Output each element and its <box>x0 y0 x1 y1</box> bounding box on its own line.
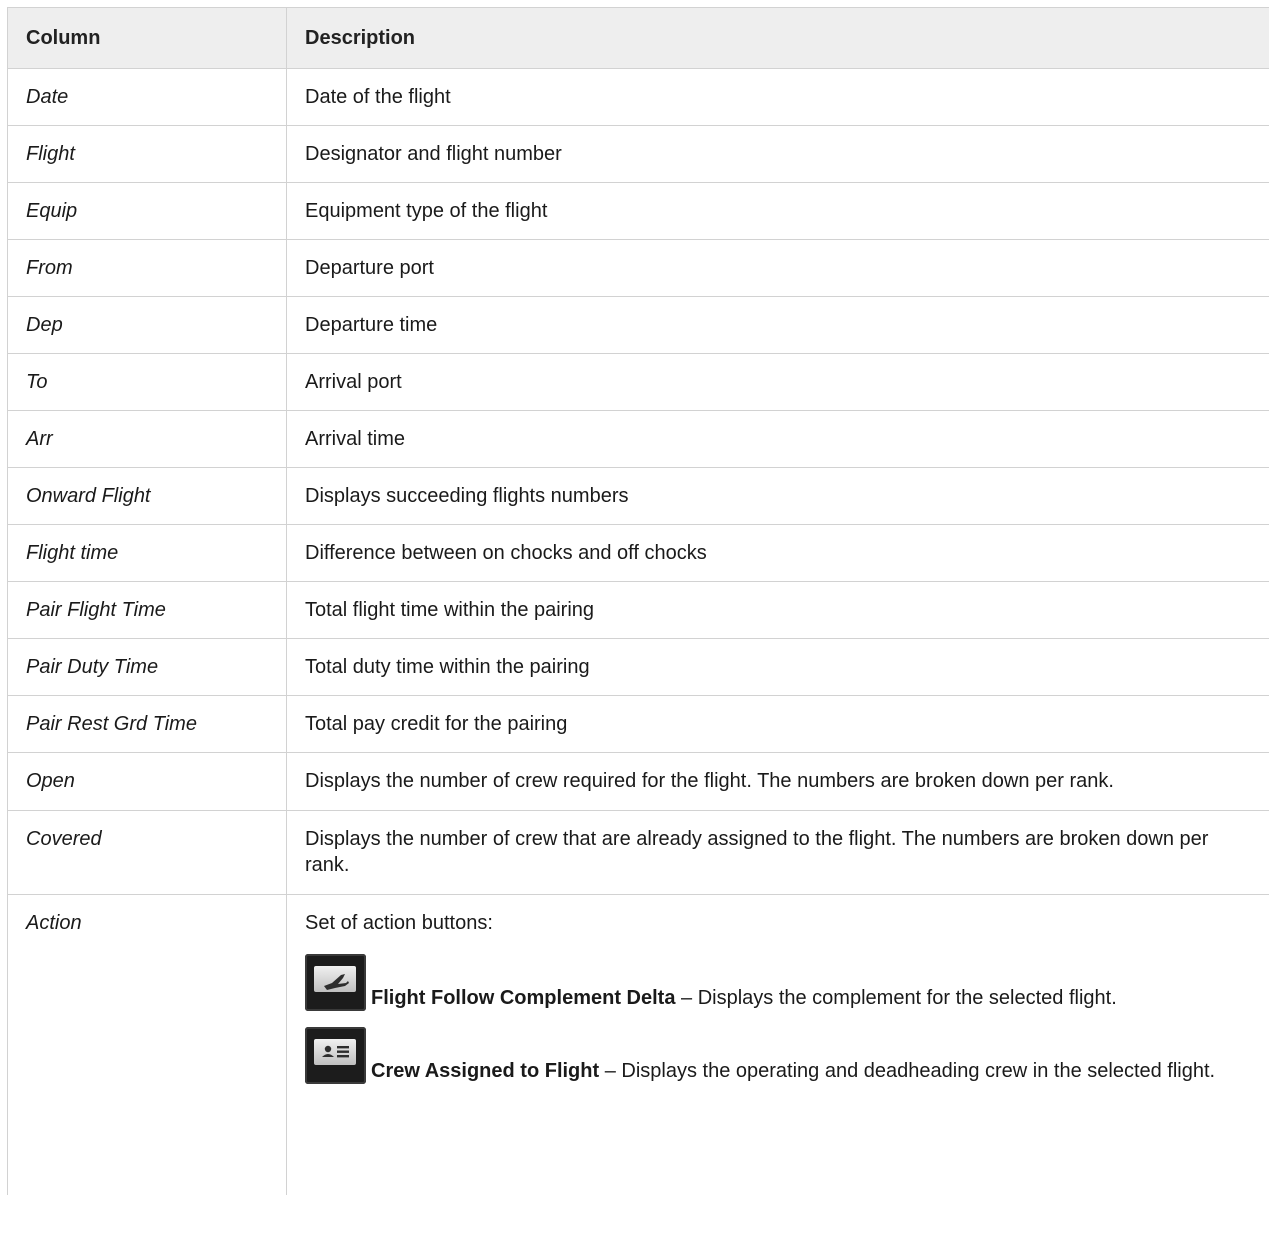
table-row: Date Date of the flight <box>7 68 1269 126</box>
table-row: Covered Displays the number of crew that … <box>7 810 1269 895</box>
row-description: Arrival port <box>286 353 1269 411</box>
action-item-name: Crew Assigned to Flight <box>371 1060 600 1082</box>
table-row: Pair Duty Time Total duty time within the… <box>7 638 1269 696</box>
header-column: Column <box>7 7 287 69</box>
action-item-name: Flight Follow Complement Delta <box>371 987 676 1009</box>
row-term: Flight time <box>7 524 287 582</box>
row-description: Total flight time within the pairing <box>286 581 1269 639</box>
table-row: To Arrival port <box>7 353 1269 411</box>
row-description: Designator and flight number <box>286 125 1269 183</box>
row-description: Total duty time within the pairing <box>286 638 1269 696</box>
action-item-crew-assigned: Crew Assigned to Flight – Displays the o… <box>305 1027 1251 1084</box>
column-description-table: Column Description Date Date of the fligh… <box>7 7 1269 1195</box>
row-description: Equipment type of the flight <box>286 182 1269 240</box>
row-description: Total pay credit for the pairing <box>286 695 1269 753</box>
row-description-action: Set of action buttons: Flight Follow Com… <box>286 894 1269 1195</box>
row-term: Covered <box>7 810 287 895</box>
row-term: From <box>7 239 287 297</box>
table-row: Flight time Difference between on chocks … <box>7 524 1269 582</box>
plane-icon <box>305 954 366 1011</box>
row-term: Pair Rest Grd Time <box>7 695 287 753</box>
table-row: From Departure port <box>7 239 1269 297</box>
id-card-icon <box>305 1027 366 1084</box>
row-term: Action <box>7 894 287 1195</box>
table-row: Arr Arrival time <box>7 410 1269 468</box>
table-row: Onward Flight Displays succeeding flights… <box>7 467 1269 525</box>
row-term: Date <box>7 68 287 126</box>
row-description: Date of the flight <box>286 68 1269 126</box>
table-row-action: Action Set of action buttons: Flight Fol… <box>7 894 1269 1195</box>
action-item-description: – Displays the operating and deadheading… <box>599 1060 1216 1082</box>
row-term: Dep <box>7 296 287 354</box>
row-term: Pair Duty Time <box>7 638 287 696</box>
row-description: Displays the number of crew required for… <box>286 752 1269 811</box>
row-description: Departure time <box>286 296 1269 354</box>
action-item-flight-follow: Flight Follow Complement Delta – Display… <box>305 954 1251 1011</box>
table-row: Dep Departure time <box>7 296 1269 354</box>
row-term: Flight <box>7 125 287 183</box>
row-description: Difference between on chocks and off cho… <box>286 524 1269 582</box>
table-row: Pair Flight Time Total flight time within… <box>7 581 1269 639</box>
row-description: Arrival time <box>286 410 1269 468</box>
row-description: Departure port <box>286 239 1269 297</box>
row-description: Displays succeeding flights numbers <box>286 467 1269 525</box>
row-term: Onward Flight <box>7 467 287 525</box>
table-row: Pair Rest Grd Time Total pay credit for t… <box>7 695 1269 753</box>
row-term: Arr <box>7 410 287 468</box>
row-term: Open <box>7 752 287 811</box>
table-row: Equip Equipment type of the flight <box>7 182 1269 240</box>
action-intro: Set of action buttons: <box>305 912 493 934</box>
header-row: Column Description <box>7 7 1269 69</box>
row-term: To <box>7 353 287 411</box>
row-description: Displays the number of crew that are alr… <box>286 810 1269 895</box>
header-description: Description <box>286 7 1269 69</box>
row-term: Equip <box>7 182 287 240</box>
table-row: Flight Designator and flight number <box>7 125 1269 183</box>
row-term: Pair Flight Time <box>7 581 287 639</box>
table-row: Open Displays the number of crew required… <box>7 752 1269 811</box>
action-item-description: – Displays the complement for the select… <box>675 987 1117 1009</box>
